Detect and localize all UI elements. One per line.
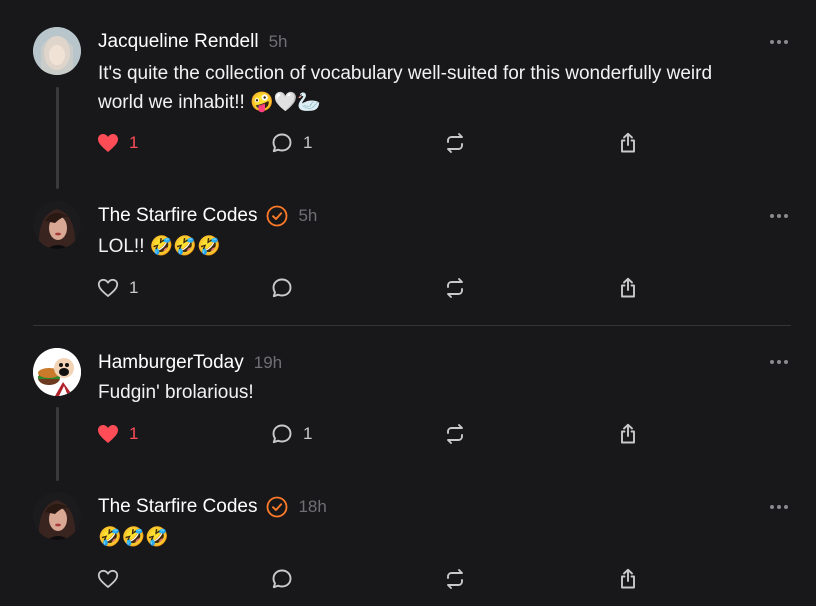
reply-button[interactable]: 1	[270, 131, 312, 155]
more-icon[interactable]	[770, 40, 790, 46]
repost-button[interactable]	[443, 422, 467, 446]
like-button[interactable]	[96, 567, 129, 591]
share-button[interactable]	[616, 422, 640, 446]
post-text-line: It's quite the collection of vocabulary …	[98, 63, 713, 84]
comment-icon	[272, 278, 292, 298]
avatar[interactable]	[33, 492, 81, 540]
more-icon[interactable]	[770, 214, 790, 220]
comment-icon	[272, 424, 292, 444]
comment-icon	[272, 133, 292, 153]
reply-button[interactable]: 1	[270, 422, 312, 446]
avatar[interactable]	[33, 27, 81, 75]
post-text-line: LOL!! 🤣🤣🤣	[98, 236, 221, 257]
verified-badge-icon	[266, 205, 288, 227]
heart-icon	[97, 278, 119, 297]
thread-line	[56, 87, 59, 189]
reply-button[interactable]	[270, 567, 303, 591]
like-count: 1	[129, 133, 139, 152]
repost-icon	[447, 278, 463, 298]
thread-line	[56, 407, 59, 481]
like-button[interactable]: 1	[96, 276, 138, 300]
author-name[interactable]: The Starfire Codes	[98, 205, 257, 227]
like-count: 1	[129, 424, 139, 443]
share-button[interactable]	[616, 276, 640, 300]
repost-button[interactable]	[443, 567, 467, 591]
author-name[interactable]: The Starfire Codes	[98, 496, 257, 518]
action-bar: 1 1	[96, 422, 656, 446]
verified-badge-icon	[266, 496, 288, 518]
avatar[interactable]	[33, 201, 81, 249]
reply-button[interactable]	[270, 276, 303, 300]
avatar[interactable]	[33, 348, 81, 396]
post-time[interactable]: 5h	[298, 206, 317, 226]
more-icon[interactable]	[770, 360, 790, 366]
post-header: The Starfire Codes 5h	[98, 205, 317, 227]
heart-icon	[98, 425, 118, 443]
share-icon	[621, 568, 635, 589]
repost-button[interactable]	[443, 131, 467, 155]
author-name[interactable]: HamburgerToday	[98, 352, 244, 374]
repost-button[interactable]	[443, 276, 467, 300]
author-name[interactable]: Jacqueline Rendell	[98, 31, 259, 53]
like-count: 1	[129, 278, 139, 297]
share-icon	[621, 132, 635, 153]
share-button[interactable]	[616, 131, 640, 155]
post-time[interactable]: 5h	[269, 32, 288, 52]
repost-icon	[447, 424, 463, 444]
post-header: The Starfire Codes 18h	[98, 496, 327, 518]
post-text: Fudgin' brolarious!	[98, 378, 768, 407]
share-icon	[621, 423, 635, 444]
action-bar	[96, 567, 656, 591]
post-text: LOL!! 🤣🤣🤣	[98, 232, 768, 261]
comment-icon	[272, 569, 292, 589]
reply-count: 1	[303, 424, 313, 443]
heart-icon	[98, 134, 118, 152]
repost-icon	[447, 569, 463, 589]
share-icon	[621, 277, 635, 298]
repost-icon	[447, 133, 463, 153]
post-text: It's quite the collection of vocabulary …	[98, 59, 768, 117]
heart-icon	[97, 569, 119, 588]
like-button[interactable]: 1	[96, 422, 138, 446]
post-time[interactable]: 18h	[298, 497, 326, 517]
like-button[interactable]: 1	[96, 131, 138, 155]
reply-count: 1	[303, 133, 313, 152]
thread-divider	[33, 325, 791, 326]
post-text-line: 🤣🤣🤣	[98, 527, 169, 548]
action-bar: 1	[96, 276, 656, 300]
post-text-line: Fudgin' brolarious!	[98, 382, 254, 403]
post-header: HamburgerToday 19h	[98, 352, 282, 374]
post-text-line: world we inhabit!! 🤪🤍🦢	[98, 92, 322, 113]
share-button[interactable]	[616, 567, 640, 591]
action-bar: 1 1	[96, 131, 656, 155]
post-time[interactable]: 19h	[254, 353, 282, 373]
post-header: Jacqueline Rendell 5h	[98, 31, 287, 53]
post-text: 🤣🤣🤣	[98, 523, 768, 552]
more-icon[interactable]	[770, 505, 790, 511]
